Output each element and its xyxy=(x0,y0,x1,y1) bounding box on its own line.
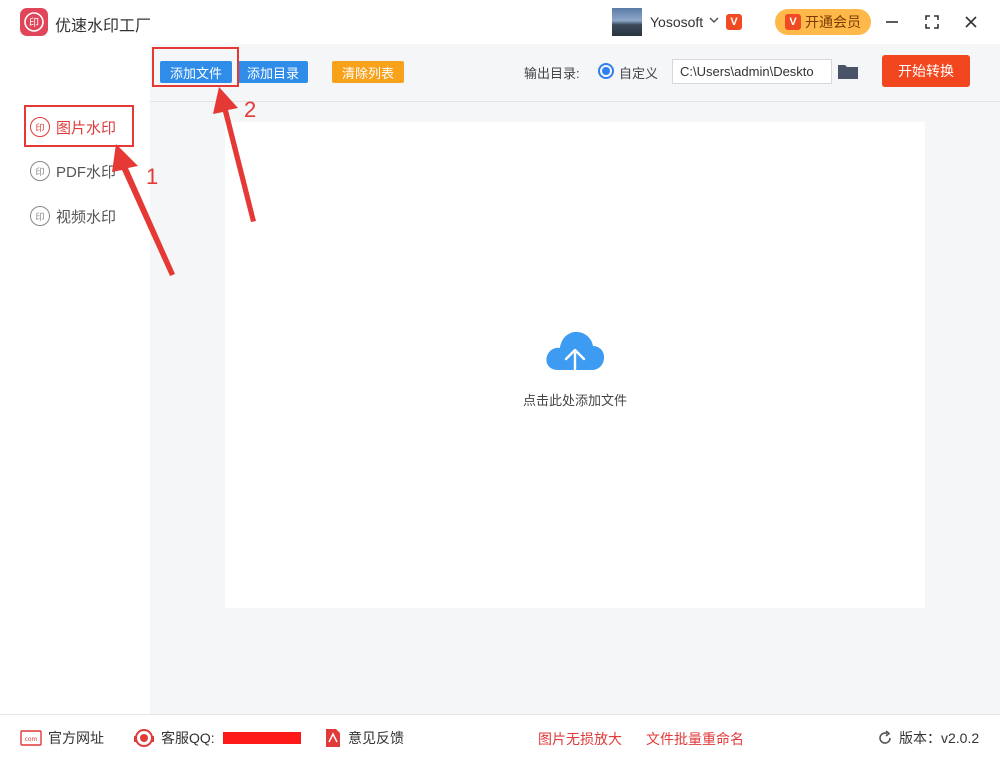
sidebar-item-label: 视频水印 xyxy=(56,208,117,226)
annotation-step-2: 2 xyxy=(244,97,257,122)
minimize-button[interactable] xyxy=(880,10,904,34)
maximize-icon xyxy=(925,15,939,29)
close-button[interactable] xyxy=(959,10,983,34)
app-logo-icon: 印 xyxy=(20,8,48,36)
custom-directory-label[interactable]: 自定义 xyxy=(619,63,658,82)
feedback-icon xyxy=(326,729,340,747)
refresh-icon xyxy=(879,730,891,744)
customer-service-label: 客服QQ: xyxy=(161,730,215,746)
open-membership-button[interactable]: V 开通会员 xyxy=(775,9,871,35)
avatar[interactable] xyxy=(612,8,642,36)
minimize-icon xyxy=(886,21,898,23)
batch-rename-link[interactable]: 文件批量重命名 xyxy=(646,729,744,749)
app-title: 优速水印工厂 xyxy=(55,18,152,35)
drop-zone-hint[interactable]: 点击此处添加文件 xyxy=(500,390,650,409)
svg-text:com: com xyxy=(25,736,38,743)
annotation-step-1: 1 xyxy=(146,164,159,189)
start-convert-button[interactable]: 开始转换 xyxy=(882,55,970,87)
website-icon: com xyxy=(20,730,42,746)
chevron-down-icon[interactable] xyxy=(708,14,720,26)
redacted-qq-number xyxy=(222,732,301,744)
add-directory-button[interactable]: 添加目录 xyxy=(238,61,308,83)
cloud-upload-icon[interactable] xyxy=(544,326,606,382)
watermark-stamp-icon: 印 xyxy=(30,161,50,181)
output-path-field[interactable]: C:\Users\admin\Deskto xyxy=(672,59,832,84)
close-icon xyxy=(965,16,977,28)
svg-text:印: 印 xyxy=(29,17,39,29)
sidebar-item-pdf-watermark[interactable]: 印 PDF水印 xyxy=(30,159,116,183)
watermark-stamp-icon: 印 xyxy=(30,206,50,226)
vip-icon: V xyxy=(785,14,801,30)
title-bar: 印 优速水印工厂 Yososoft V V 开通会员 xyxy=(0,0,1000,44)
official-website-link[interactable]: com 官方网址 xyxy=(20,728,104,748)
official-website-label: 官方网址 xyxy=(48,730,104,746)
output-directory-label: 输出目录: xyxy=(524,66,580,81)
vip-badge-icon: V xyxy=(726,14,742,30)
lossless-upscale-link[interactable]: 图片无损放大 xyxy=(538,729,622,749)
customer-service-icon xyxy=(134,729,154,747)
annotation-highlight-box-2 xyxy=(152,47,239,87)
custom-directory-radio[interactable] xyxy=(598,63,614,79)
open-membership-label: 开通会员 xyxy=(805,14,861,30)
version-label: 版本：v2.0.2 xyxy=(899,730,980,746)
sidebar-item-label: PDF水印 xyxy=(56,163,117,181)
username[interactable]: Yososoft xyxy=(650,14,703,30)
feedback-link[interactable]: 意见反馈 xyxy=(324,728,404,748)
folder-icon[interactable] xyxy=(837,62,859,80)
annotation-highlight-box-1 xyxy=(24,105,134,147)
maximize-button[interactable] xyxy=(920,10,944,34)
customer-service-qq[interactable]: 客服QQ: xyxy=(133,728,301,748)
feedback-label: 意见反馈 xyxy=(348,730,404,746)
version-info[interactable]: 版本：v2.0.2 xyxy=(877,728,979,748)
clear-list-button[interactable]: 清除列表 xyxy=(332,61,404,83)
sidebar-item-video-watermark[interactable]: 印 视频水印 xyxy=(30,204,116,228)
